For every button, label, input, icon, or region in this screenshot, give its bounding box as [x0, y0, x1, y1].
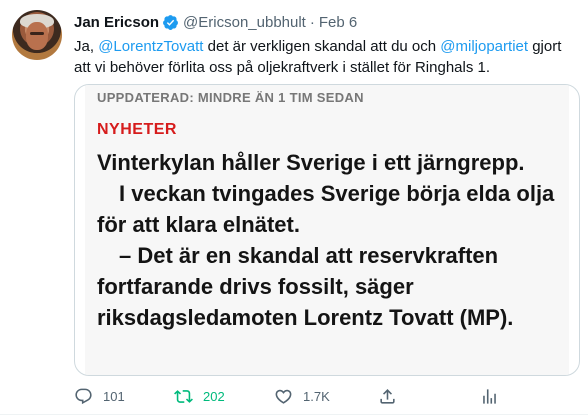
tweet-text-part: det är verkligen skandal att du och [203, 38, 441, 55]
like-button[interactable]: 1.7K [274, 384, 330, 408]
avatar-eyes [30, 32, 44, 35]
reply-count: 101 [103, 388, 125, 404]
share-icon [380, 388, 395, 404]
reply-button[interactable]: 101 [74, 384, 125, 408]
avatar-face [26, 22, 48, 50]
retweet-button[interactable]: 202 [174, 384, 225, 408]
tweet-date[interactable]: Feb 6 [319, 14, 357, 31]
like-icon [275, 389, 292, 404]
article-text: Vinterkylan håller Sverige i ett järngre… [97, 147, 567, 333]
analytics-icon [483, 388, 496, 404]
tweet-header: Jan Ericson @Ericson_ubbhult · Feb 6 [74, 12, 357, 32]
tweet-actions: 101 202 1.7K [74, 384, 580, 408]
mention-link[interactable]: @miljopartiet [440, 38, 528, 55]
author-name[interactable]: Jan Ericson [74, 14, 159, 31]
verified-badge-icon [162, 14, 179, 31]
news-kicker: NYHETER [97, 121, 177, 138]
author-handle[interactable]: @Ericson_ubbhult [183, 14, 306, 31]
article-paragraph: I veckan tvingades Sverige börja elda ol… [97, 181, 555, 237]
retweet-icon [174, 389, 193, 403]
header-separator: · [309, 13, 315, 31]
updated-label: UPPDATERAD: MINDRE ÄN 1 TIM SEDAN [97, 90, 364, 105]
article-paragraph: Vinterkylan håller Sverige i ett järngre… [97, 150, 525, 175]
analytics-button[interactable] [480, 384, 499, 408]
share-button[interactable] [378, 384, 397, 408]
reply-icon [75, 388, 92, 404]
tweet-media-image[interactable]: UPPDATERAD: MINDRE ÄN 1 TIM SEDAN NYHETE… [74, 84, 580, 376]
news-screenshot: UPPDATERAD: MINDRE ÄN 1 TIM SEDAN NYHETE… [85, 85, 569, 375]
tweet-text-part: Ja, [74, 38, 99, 55]
retweet-count: 202 [203, 388, 225, 404]
article-paragraph: – Det är en skandal att reservkraften fo… [97, 243, 514, 330]
tweet[interactable]: Jan Ericson @Ericson_ubbhult · Feb 6 Ja,… [0, 0, 588, 415]
mention-link[interactable]: @LorentzTovatt [98, 38, 203, 55]
tweet-text: Ja, @LorentzTovatt det är verkligen skan… [74, 36, 574, 78]
like-count: 1.7K [303, 388, 330, 404]
avatar[interactable] [12, 10, 62, 60]
